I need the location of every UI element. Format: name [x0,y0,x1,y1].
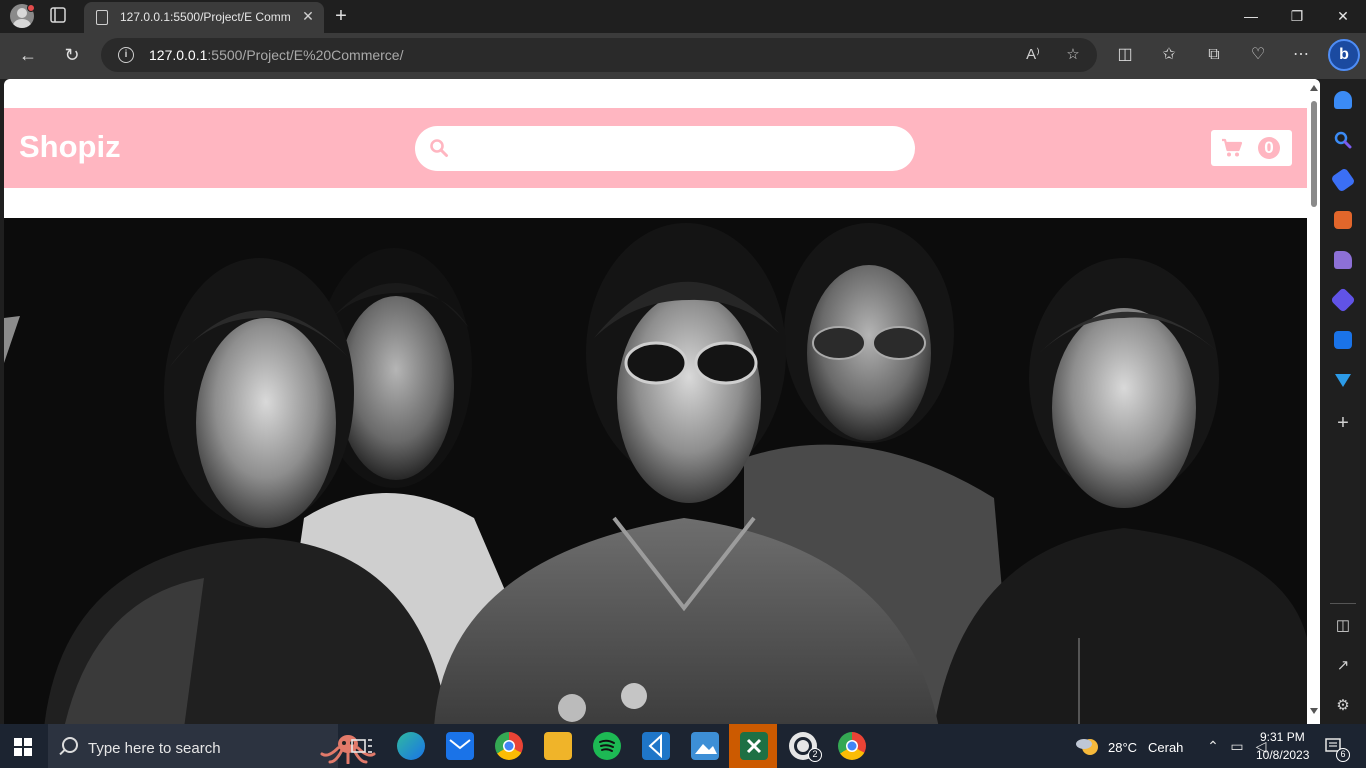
taskbar-search-box[interactable]: Type here to search [48,724,376,768]
scroll-thumb[interactable] [1311,101,1317,207]
refresh-button[interactable]: ↻ [58,41,86,69]
notification-badge: 6 [1336,748,1350,762]
close-window-button[interactable]: ✕ [1328,6,1358,26]
weather-icon[interactable] [1074,734,1102,758]
clock-date[interactable]: 10/8/2023 [1256,748,1309,762]
cart-count-badge: 0 [1258,137,1280,159]
photos-icon[interactable] [691,732,719,760]
hero-banner-image [4,218,1307,724]
site-search-box[interactable] [415,126,915,171]
spotify-icon[interactable] [593,732,621,760]
task-view-icon[interactable] [348,732,376,760]
sidebar-divider [1330,603,1356,604]
page-viewport: Shopiz 0 [4,79,1320,724]
mail-taskbar-icon[interactable] [446,732,474,760]
chrome-second-taskbar-icon[interactable] [838,732,866,760]
tab-title: 127.0.0.1:5500/Project/E Commerce [120,10,290,24]
clock-time[interactable]: 9:31 PM [1260,730,1305,744]
shopping-tag-icon[interactable] [1330,167,1356,193]
url-text[interactable]: 127.0.0.1:5500/Project/E%20Commerce/ [149,47,403,63]
tools-briefcase-icon[interactable] [1334,211,1352,229]
more-menu-icon[interactable]: ⋯ [1289,43,1313,67]
tab-active[interactable]: 127.0.0.1:5500/Project/E Commerce ✕ [84,2,324,33]
close-tab-icon[interactable]: ✕ [300,8,316,24]
split-screen-icon[interactable]: ◫ [1113,43,1137,67]
weather-condition[interactable]: Cerah [1148,740,1183,755]
cart-icon [1222,138,1243,157]
open-external-icon[interactable]: ↗ [1332,655,1354,677]
vscode-icon[interactable] [642,732,670,760]
notifications-bell-icon[interactable] [1334,91,1352,109]
excel-icon[interactable] [740,732,768,760]
chrome-taskbar-icon[interactable] [495,732,523,760]
taskbar-search-icon [62,737,78,753]
windows-taskbar: Type here to search 2 28°C Cerah ⌃ ▭ ◁ 9… [0,724,1366,768]
scroll-up-arrow-icon[interactable] [1310,85,1318,91]
site-logo[interactable]: Shopiz [19,129,121,165]
browser-tab-strip: 127.0.0.1:5500/Project/E Commerce ✕ + — … [0,0,1366,33]
url-host: 127.0.0.1 [149,47,208,63]
cart-button[interactable]: 0 [1211,130,1292,166]
drop-icon[interactable] [1334,371,1352,389]
scroll-down-arrow-icon[interactable] [1310,708,1318,714]
search-icon [430,139,448,157]
back-button[interactable]: ← [14,41,42,69]
add-sidebar-app-icon[interactable]: + [1333,413,1353,433]
page-favicon-icon [96,10,108,25]
restore-button[interactable]: ❐ [1282,6,1312,26]
band-photo [4,218,1307,724]
file-explorer-icon[interactable] [544,732,572,760]
whatsapp-badge: 2 [808,748,822,762]
games-chess-icon[interactable] [1334,251,1352,269]
favorite-star-icon[interactable]: ☆ [1063,45,1083,65]
url-path: :5500/Project/E%20Commerce/ [207,47,404,63]
browser-toolbar: ← ↻ i 127.0.0.1:5500/Project/E%20Commerc… [0,33,1366,79]
search-sidebar-icon[interactable] [1334,131,1352,149]
favorites-icon[interactable]: ✩ [1157,43,1181,67]
read-aloud-icon[interactable]: A⁾ [1023,45,1043,65]
hide-sidebar-icon[interactable]: ◫ [1332,615,1354,637]
microsoft-365-icon[interactable] [1330,287,1356,313]
site-header: Shopiz 0 [4,108,1307,188]
tab-actions-icon[interactable] [50,7,70,25]
page-scrollbar[interactable] [1308,79,1320,724]
weather-temperature[interactable]: 28°C [1108,740,1137,755]
network-icon[interactable]: ▭ [1228,737,1246,755]
minimize-button[interactable]: — [1236,6,1266,26]
search-input[interactable] [459,134,899,163]
show-hidden-icons-chevron-icon[interactable]: ⌃ [1204,737,1222,755]
new-tab-button[interactable]: + [330,5,352,27]
site-info-icon[interactable]: i [118,47,134,63]
bing-copilot-icon[interactable]: b [1328,39,1360,71]
sidebar-settings-icon[interactable]: ⚙ [1332,695,1354,717]
outlook-icon[interactable] [1334,331,1352,349]
profile-status-dot [27,4,35,12]
edge-taskbar-icon[interactable] [397,732,425,760]
taskbar-search-placeholder: Type here to search [88,740,221,757]
address-bar[interactable]: i 127.0.0.1:5500/Project/E%20Commerce/ A… [101,38,1097,72]
collections-icon[interactable]: ⧉ [1202,43,1226,67]
windows-start-icon[interactable] [14,738,32,756]
performance-icon[interactable]: ♡ [1246,43,1270,67]
edge-sidebar: + ◫ ↗ ⚙ [1320,79,1366,724]
